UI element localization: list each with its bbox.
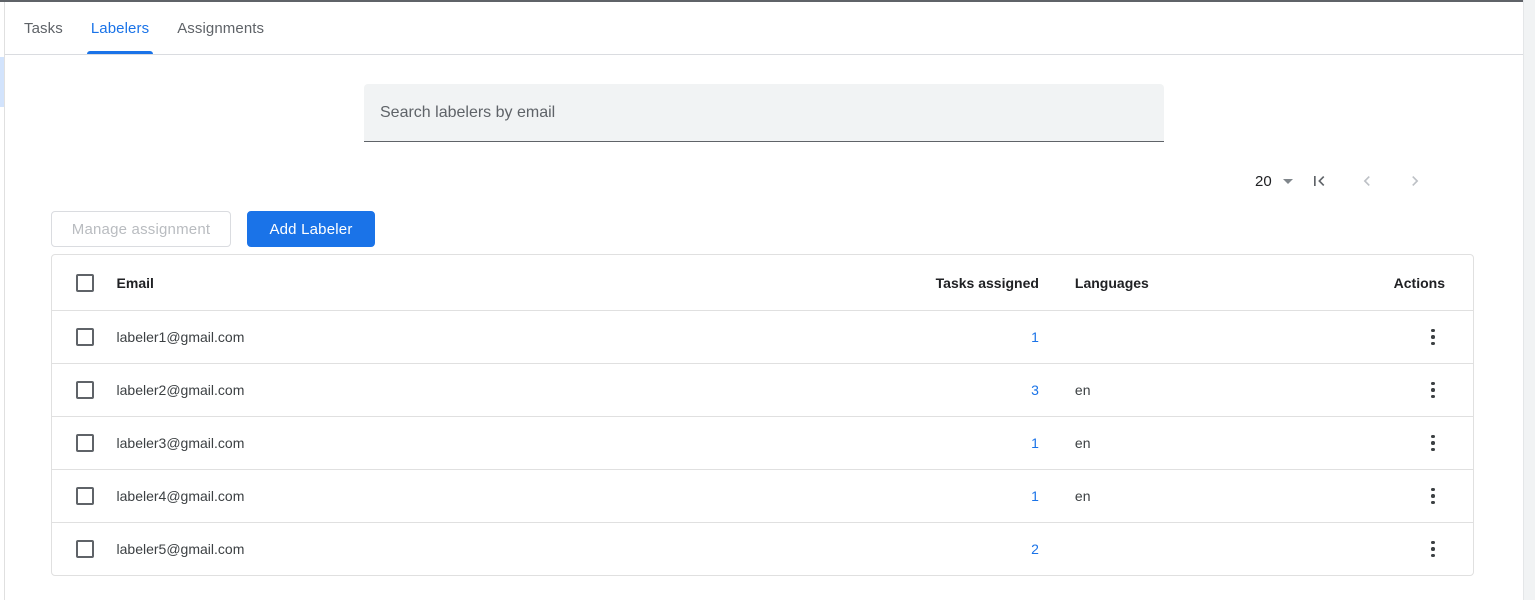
cell-languages: en [1053, 364, 1321, 417]
page-size-value: 20 [1255, 173, 1272, 190]
row-menu-icon[interactable] [1421, 378, 1445, 402]
labelers-table: Email Tasks assigned Languages Actions l… [52, 255, 1473, 575]
tab-bar: Tasks Labelers Assignments [0, 2, 1523, 55]
row-checkbox[interactable] [76, 434, 94, 452]
row-checkbox[interactable] [76, 540, 94, 558]
table-body: labeler1@gmail.com 1 labeler2@gmail.com [52, 311, 1473, 576]
header-email: Email [117, 255, 855, 311]
cell-tasks-assigned: 1 [854, 417, 1053, 470]
row-select-cell [52, 470, 117, 523]
tasks-assigned-link[interactable]: 1 [1031, 435, 1039, 451]
header-actions: Actions [1321, 255, 1473, 311]
window-top-border [0, 0, 1523, 2]
labelers-table-card: Email Tasks assigned Languages Actions l… [51, 254, 1474, 576]
cell-email: labeler5@gmail.com [117, 523, 855, 576]
tab-assignments-label: Assignments [177, 20, 264, 37]
cell-email: labeler3@gmail.com [117, 417, 855, 470]
chevron-right-icon [1405, 171, 1425, 191]
table-row[interactable]: labeler1@gmail.com 1 [52, 311, 1473, 364]
tasks-assigned-link[interactable]: 3 [1031, 382, 1039, 398]
page-size-select[interactable]: 20 [1255, 173, 1295, 190]
cell-email: labeler4@gmail.com [117, 470, 855, 523]
row-select-cell [52, 364, 117, 417]
row-select-cell [52, 311, 117, 364]
tab-tasks-label: Tasks [24, 20, 63, 37]
tasks-assigned-link[interactable]: 1 [1031, 329, 1039, 345]
header-languages: Languages [1053, 255, 1321, 311]
table-row[interactable]: labeler3@gmail.com 1 en [52, 417, 1473, 470]
table-row[interactable]: labeler2@gmail.com 3 en [52, 364, 1473, 417]
first-page-icon [1309, 171, 1329, 191]
tab-tasks[interactable]: Tasks [10, 2, 77, 54]
right-gutter [1523, 0, 1535, 600]
tab-labelers[interactable]: Labelers [77, 2, 163, 54]
paginator: 20 [1255, 165, 1439, 197]
row-checkbox[interactable] [76, 328, 94, 346]
first-page-button[interactable] [1295, 165, 1343, 197]
collapsed-sidebar-rail [0, 0, 5, 600]
cell-actions [1321, 417, 1473, 470]
cell-languages [1053, 523, 1321, 576]
cell-actions [1321, 523, 1473, 576]
row-menu-icon[interactable] [1421, 537, 1445, 561]
row-menu-icon[interactable] [1421, 325, 1445, 349]
sidebar-active-indicator [0, 57, 4, 107]
cell-tasks-assigned: 2 [854, 523, 1053, 576]
tasks-assigned-link[interactable]: 1 [1031, 488, 1039, 504]
previous-page-button[interactable] [1343, 165, 1391, 197]
search-field-wrapper [364, 84, 1164, 142]
table-header-row: Email Tasks assigned Languages Actions [52, 255, 1473, 311]
cell-actions [1321, 470, 1473, 523]
table-row[interactable]: labeler4@gmail.com 1 en [52, 470, 1473, 523]
tab-labelers-label: Labelers [91, 20, 149, 37]
cell-email: labeler1@gmail.com [117, 311, 855, 364]
row-checkbox[interactable] [76, 381, 94, 399]
add-labeler-button[interactable]: Add Labeler [247, 211, 375, 247]
select-all-checkbox[interactable] [76, 274, 94, 292]
row-checkbox[interactable] [76, 487, 94, 505]
cell-languages: en [1053, 470, 1321, 523]
table-row[interactable]: labeler5@gmail.com 2 [52, 523, 1473, 576]
toolbar: Manage assignment Add Labeler [51, 211, 375, 247]
search-input[interactable] [364, 84, 1164, 142]
cell-actions [1321, 311, 1473, 364]
row-select-cell [52, 417, 117, 470]
row-menu-icon[interactable] [1421, 484, 1445, 508]
header-tasks-assigned: Tasks assigned [854, 255, 1053, 311]
table-header: Email Tasks assigned Languages Actions [52, 255, 1473, 311]
cell-languages: en [1053, 417, 1321, 470]
cell-actions [1321, 364, 1473, 417]
cell-tasks-assigned: 1 [854, 470, 1053, 523]
cell-languages [1053, 311, 1321, 364]
chevron-down-icon [1283, 179, 1293, 184]
cell-email: labeler2@gmail.com [117, 364, 855, 417]
tasks-assigned-link[interactable]: 2 [1031, 541, 1039, 557]
row-select-cell [52, 523, 117, 576]
tab-assignments[interactable]: Assignments [163, 2, 278, 54]
app-screen: Tasks Labelers Assignments 20 [0, 0, 1535, 600]
next-page-button[interactable] [1391, 165, 1439, 197]
manage-assignment-button[interactable]: Manage assignment [51, 211, 231, 247]
chevron-left-icon [1357, 171, 1377, 191]
row-menu-icon[interactable] [1421, 431, 1445, 455]
cell-tasks-assigned: 1 [854, 311, 1053, 364]
cell-tasks-assigned: 3 [854, 364, 1053, 417]
select-all-header [52, 255, 117, 311]
